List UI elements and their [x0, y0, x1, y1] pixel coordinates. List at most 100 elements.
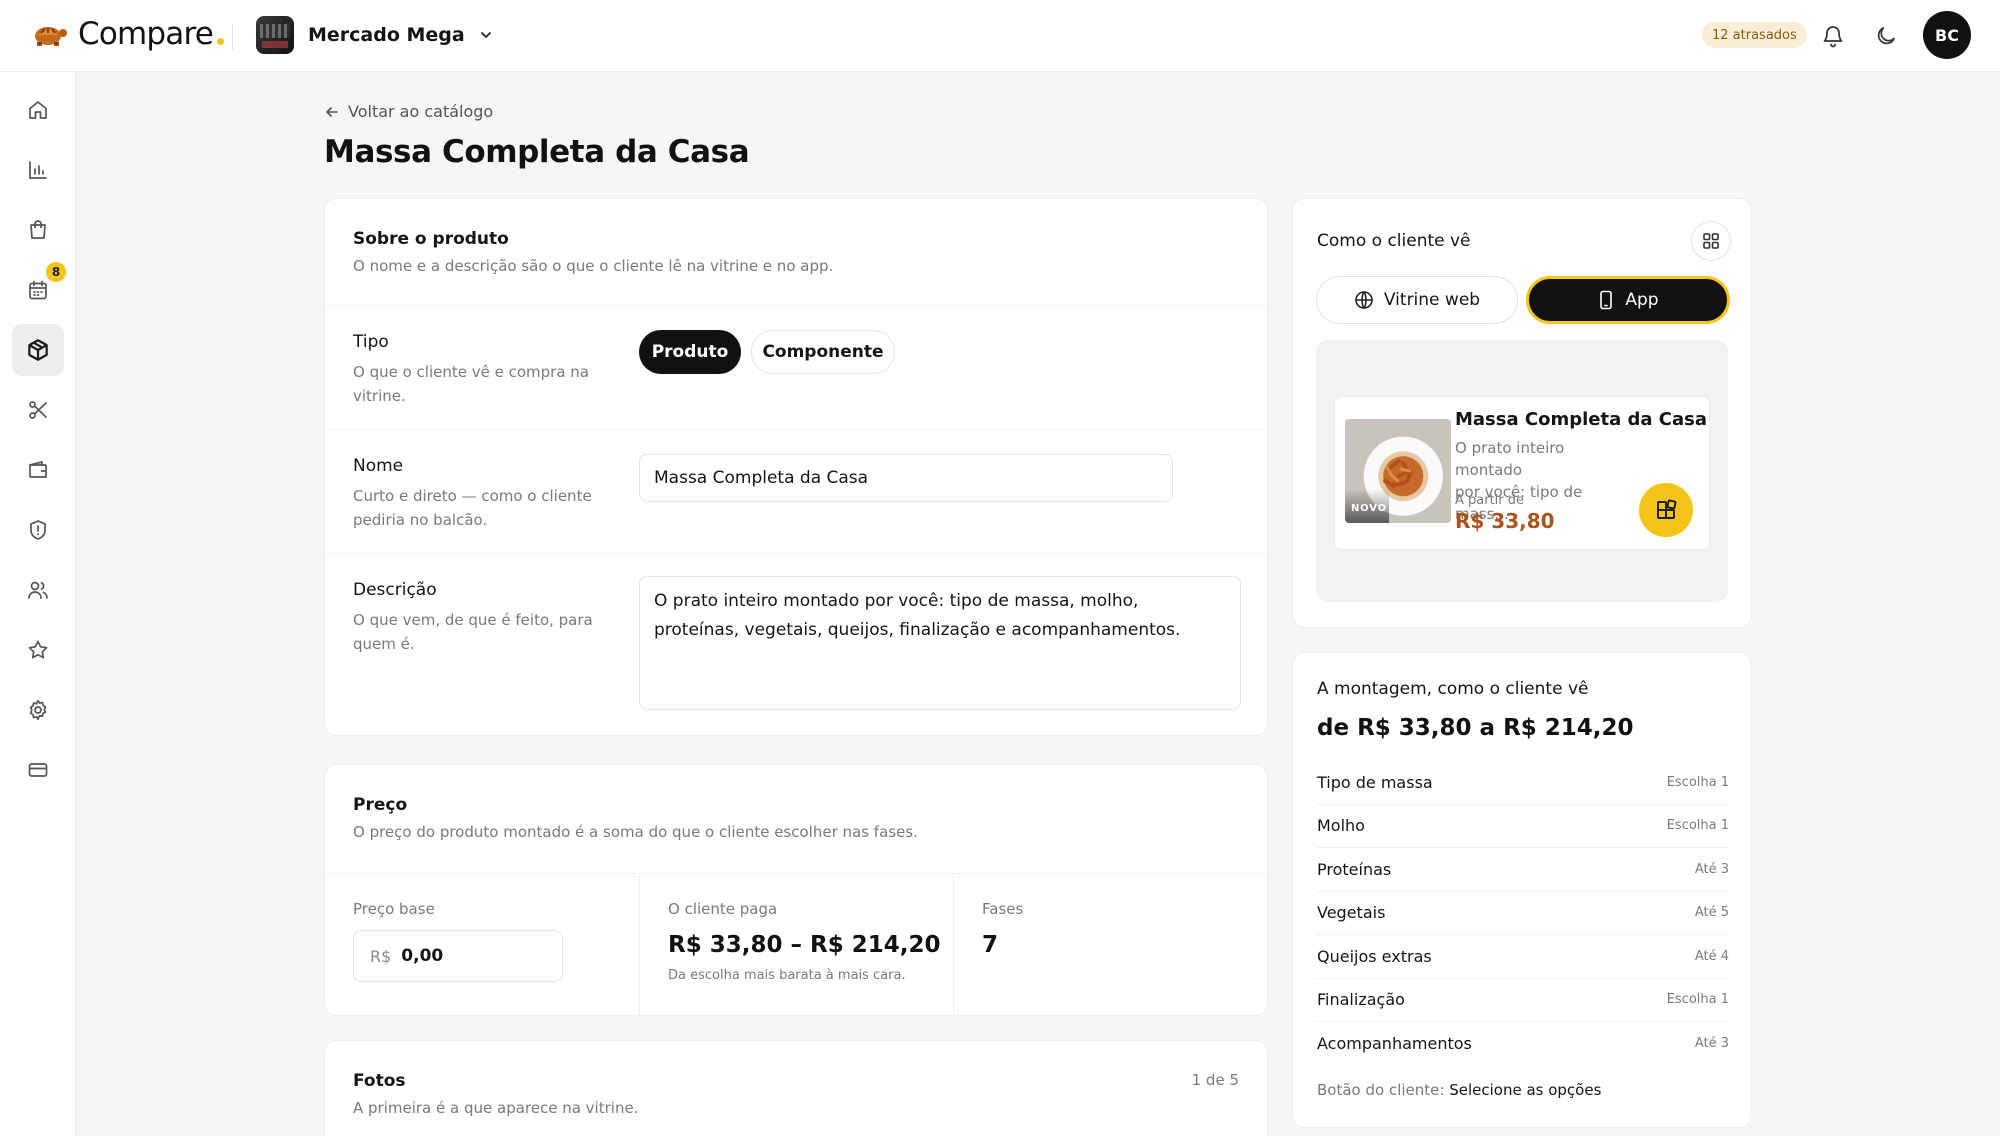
client-pays-value: R$ 33,80 – R$ 214,20 — [668, 932, 941, 958]
type-option-componente[interactable]: Componente — [751, 330, 895, 374]
user-avatar[interactable]: BC — [1923, 11, 1971, 59]
price-card: Preço O preço do produto montado é a som… — [324, 764, 1268, 1017]
tab-vitrine-web[interactable]: Vitrine web — [1316, 276, 1518, 324]
step-rule: Até 3 — [1694, 1036, 1729, 1052]
sidebar-item-customers[interactable] — [12, 564, 64, 616]
photos-count: 1 de 5 — [1191, 1071, 1239, 1089]
chevron-down-icon — [480, 32, 491, 39]
client-button-prefix: Botão do cliente: — [1317, 1081, 1445, 1099]
back-label: Voltar ao catálogo — [348, 102, 494, 121]
type-hint: O que o cliente vê e compra na vitrine. — [353, 363, 589, 405]
scissors-icon — [29, 401, 47, 419]
description-label: Descrição — [353, 580, 437, 600]
sidebar-item-reports[interactable] — [12, 144, 64, 196]
assembly-step: Molho Escolha 1 — [1317, 805, 1729, 848]
store-switcher[interactable]: Mercado Mega — [256, 16, 493, 54]
sidebar-item-security[interactable] — [12, 504, 64, 556]
product-name-input[interactable] — [639, 454, 1173, 502]
description-hint: O que vem, de que é feito, para quem é. — [353, 611, 593, 653]
sidebar-item-reviews[interactable] — [12, 624, 64, 676]
sidebar-item-wallet[interactable] — [12, 444, 64, 496]
assembly-card: A montagem, como o cliente vê de R$ 33,8… — [1292, 652, 1752, 1128]
assembly-step: Tipo de massa Escolha 1 — [1317, 761, 1729, 805]
page-title: Massa Completa da Casa — [324, 134, 750, 170]
preview-layout-button[interactable] — [1691, 221, 1731, 261]
base-price-label: Preço base — [353, 900, 435, 918]
step-name: Queijos extras — [1317, 946, 1432, 966]
sidebar-item-orders[interactable] — [12, 204, 64, 256]
back-to-catalog-link[interactable]: Voltar ao catálogo — [324, 102, 493, 121]
brand-dot — [217, 37, 225, 45]
blocks-icon — [1657, 499, 1677, 519]
brand-name: Compare — [78, 16, 214, 52]
base-price-col: Preço base R$ 0,00 — [325, 873, 639, 1017]
smartphone-icon — [1600, 290, 1613, 310]
tab-vitrine-web-label: Vitrine web — [1383, 290, 1481, 310]
step-name: Finalização — [1317, 990, 1405, 1010]
home-icon — [29, 101, 47, 119]
client-pays-label: O cliente paga — [668, 900, 778, 918]
type-option-produto[interactable]: Produto — [639, 330, 741, 374]
client-pays-note: Da escolha mais barata à mais cara. — [668, 968, 906, 983]
assembly-step: Acompanhamentos Até 3 — [1317, 1022, 1729, 1066]
store-name: Mercado Mega — [308, 24, 465, 46]
preview-product-name: Massa Completa da Casa — [1455, 409, 1708, 430]
name-hint: Curto e direto — como o cliente pediria … — [353, 487, 592, 529]
name-label: Nome — [353, 456, 404, 476]
base-price-value: 0,00 — [401, 946, 444, 966]
step-name: Tipo de massa — [1317, 772, 1433, 792]
name-row: Nome Curto e direto — como o cliente ped… — [325, 429, 1267, 553]
assembly-step: Vegetais Até 5 — [1317, 892, 1729, 935]
brand-logo[interactable]: Compare — [30, 16, 225, 52]
late-orders-badge[interactable]: 12 atrasados — [1702, 22, 1807, 48]
preview-product-card[interactable]: NOVO Massa Completa da Casa O prato inte… — [1334, 396, 1710, 550]
assembly-step: Queijos extras Até 4 — [1317, 935, 1729, 979]
phases-label: Fases — [982, 900, 1024, 918]
sidebar-item-tools[interactable] — [12, 384, 64, 436]
sidebar-item-calendar[interactable]: 8 — [12, 262, 66, 316]
sidebar-item-settings[interactable] — [12, 684, 64, 736]
assembly-steps: Tipo de massa Escolha 1 Molho Escolha 1 Pr… — [1317, 761, 1729, 1066]
client-button-label: Selecione as opções — [1449, 1081, 1602, 1099]
wallet-icon — [29, 461, 47, 478]
product-description-textarea[interactable]: O prato inteiro montado por você: tipo d… — [639, 576, 1241, 710]
tab-app[interactable]: App — [1526, 276, 1730, 324]
notifications-button[interactable] — [1817, 20, 1849, 52]
phases-col: Fases 7 — [953, 873, 1267, 1017]
box-icon — [28, 339, 48, 361]
step-rule: Até 5 — [1694, 905, 1729, 921]
sidebar-item-home[interactable] — [12, 84, 64, 136]
base-price-input[interactable]: R$ 0,00 — [353, 930, 563, 982]
theme-toggle-button[interactable] — [1870, 20, 1902, 52]
star-icon — [28, 640, 48, 659]
photos-subtitle: A primeira é a que aparece na vitrine. — [353, 1099, 639, 1117]
client-pays-col: O cliente paga R$ 33,80 – R$ 214,20 Da e… — [639, 873, 953, 1017]
header-divider — [232, 24, 233, 50]
gear-icon — [29, 699, 47, 721]
store-avatar — [256, 16, 294, 54]
step-rule: Escolha 1 — [1666, 818, 1729, 834]
sidebar-item-catalog[interactable] — [12, 324, 64, 376]
moon-icon — [1877, 27, 1895, 45]
turtle-logo-icon — [35, 27, 67, 46]
preview-price: R$ 33,80 — [1455, 509, 1555, 533]
photos-card: Fotos A primeira é a que aparece na vitr… — [324, 1040, 1268, 1136]
globe-icon — [1355, 291, 1373, 309]
price-title: Preço — [353, 795, 408, 815]
grid-icon — [1703, 233, 1719, 249]
preview-add-button[interactable] — [1639, 483, 1693, 537]
step-name: Molho — [1317, 816, 1365, 836]
phases-value: 7 — [982, 932, 999, 958]
currency-prefix: R$ — [370, 946, 392, 966]
step-name: Vegetais — [1317, 903, 1386, 923]
assembly-step: Finalização Escolha 1 — [1317, 979, 1729, 1022]
calendar-icon — [29, 280, 47, 300]
preview-desc-line-1: O prato inteiro montado — [1455, 439, 1565, 479]
arrow-left-icon — [325, 106, 338, 117]
shield-alert-icon — [30, 520, 46, 540]
about-product-card: Sobre o produto O nome e a descrição são… — [324, 198, 1268, 736]
type-label: Tipo — [353, 332, 389, 352]
sidebar-item-billing[interactable] — [12, 744, 64, 796]
tab-app-label: App — [1625, 290, 1659, 310]
assembly-range: de R$ 33,80 a R$ 214,20 — [1317, 715, 1634, 741]
